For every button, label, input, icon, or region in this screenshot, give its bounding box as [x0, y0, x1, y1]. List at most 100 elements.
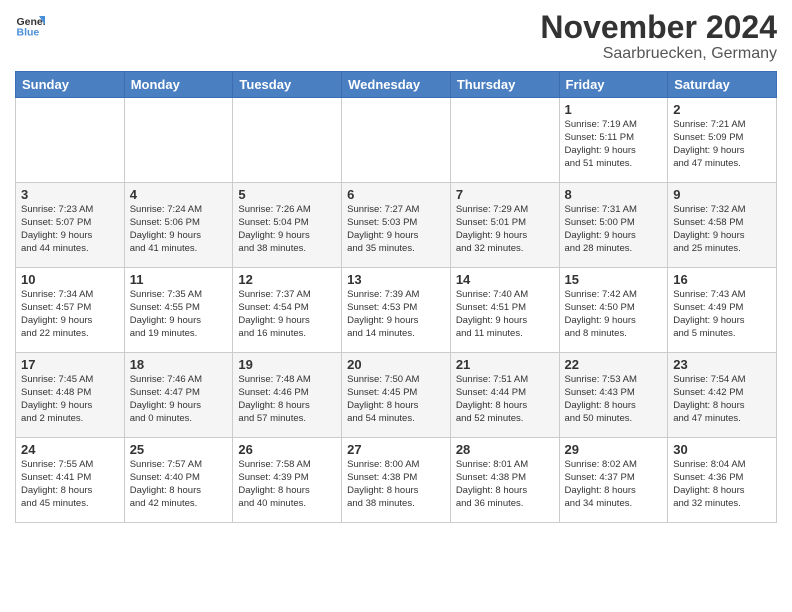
day-number: 20	[347, 357, 445, 372]
svg-text:Blue: Blue	[17, 27, 40, 39]
day-number: 4	[130, 187, 228, 202]
page-container: General Blue November 2024 Saarbruecken,…	[0, 0, 792, 533]
day-info: Sunrise: 8:00 AM Sunset: 4:38 PM Dayligh…	[347, 459, 445, 510]
day-number: 5	[238, 187, 336, 202]
calendar-cell: 8 Sunrise: 7:31 AM Sunset: 5:00 PM Daylig…	[559, 183, 668, 268]
calendar-cell: 15 Sunrise: 7:42 AM Sunset: 4:50 PM Dayli…	[559, 268, 668, 353]
day-number: 30	[673, 442, 771, 457]
logo-icon: General Blue	[15, 10, 45, 40]
day-number: 22	[565, 357, 663, 372]
calendar-week-1: 3 Sunrise: 7:23 AM Sunset: 5:07 PM Daylig…	[16, 183, 777, 268]
calendar-week-0: 1 Sunrise: 7:19 AM Sunset: 5:11 PM Daylig…	[16, 98, 777, 183]
calendar-cell: 1 Sunrise: 7:19 AM Sunset: 5:11 PM Daylig…	[559, 98, 668, 183]
weekday-header-row: SundayMondayTuesdayWednesdayThursdayFrid…	[16, 72, 777, 98]
month-title: November 2024	[540, 10, 777, 45]
day-info: Sunrise: 7:29 AM Sunset: 5:01 PM Dayligh…	[456, 204, 554, 255]
day-info: Sunrise: 7:21 AM Sunset: 5:09 PM Dayligh…	[673, 119, 771, 170]
day-info: Sunrise: 7:34 AM Sunset: 4:57 PM Dayligh…	[21, 289, 119, 340]
day-info: Sunrise: 7:55 AM Sunset: 4:41 PM Dayligh…	[21, 459, 119, 510]
day-info: Sunrise: 8:01 AM Sunset: 4:38 PM Dayligh…	[456, 459, 554, 510]
day-number: 12	[238, 272, 336, 287]
header: General Blue November 2024 Saarbruecken,…	[15, 10, 777, 63]
day-number: 13	[347, 272, 445, 287]
day-info: Sunrise: 7:24 AM Sunset: 5:06 PM Dayligh…	[130, 204, 228, 255]
day-number: 8	[565, 187, 663, 202]
calendar-cell	[16, 98, 125, 183]
day-number: 26	[238, 442, 336, 457]
calendar-cell: 30 Sunrise: 8:04 AM Sunset: 4:36 PM Dayli…	[668, 438, 777, 523]
day-info: Sunrise: 7:27 AM Sunset: 5:03 PM Dayligh…	[347, 204, 445, 255]
day-number: 3	[21, 187, 119, 202]
calendar-week-3: 17 Sunrise: 7:45 AM Sunset: 4:48 PM Dayli…	[16, 353, 777, 438]
calendar-cell: 23Sunrise: 7:54 AM Sunset: 4:42 PM Dayli…	[668, 353, 777, 438]
calendar-cell: 7 Sunrise: 7:29 AM Sunset: 5:01 PM Daylig…	[450, 183, 559, 268]
day-info: Sunrise: 7:46 AM Sunset: 4:47 PM Dayligh…	[130, 374, 228, 425]
day-number: 19	[238, 357, 336, 372]
day-info: Sunrise: 7:35 AM Sunset: 4:55 PM Dayligh…	[130, 289, 228, 340]
calendar-cell	[342, 98, 451, 183]
day-number: 14	[456, 272, 554, 287]
day-number: 2	[673, 102, 771, 117]
day-number: 6	[347, 187, 445, 202]
day-info: Sunrise: 7:48 AM Sunset: 4:46 PM Dayligh…	[238, 374, 336, 425]
calendar-table: SundayMondayTuesdayWednesdayThursdayFrid…	[15, 71, 777, 523]
calendar-cell: 10 Sunrise: 7:34 AM Sunset: 4:57 PM Dayli…	[16, 268, 125, 353]
calendar-cell: 28 Sunrise: 8:01 AM Sunset: 4:38 PM Dayli…	[450, 438, 559, 523]
calendar-cell: 3 Sunrise: 7:23 AM Sunset: 5:07 PM Daylig…	[16, 183, 125, 268]
day-info: Sunrise: 7:42 AM Sunset: 4:50 PM Dayligh…	[565, 289, 663, 340]
day-info: Sunrise: 7:23 AM Sunset: 5:07 PM Dayligh…	[21, 204, 119, 255]
calendar-cell: 14 Sunrise: 7:40 AM Sunset: 4:51 PM Dayli…	[450, 268, 559, 353]
calendar-cell: 27Sunrise: 8:00 AM Sunset: 4:38 PM Dayli…	[342, 438, 451, 523]
calendar-cell: 5 Sunrise: 7:26 AM Sunset: 5:04 PM Daylig…	[233, 183, 342, 268]
calendar-cell: 4 Sunrise: 7:24 AM Sunset: 5:06 PM Daylig…	[124, 183, 233, 268]
day-info: Sunrise: 7:53 AM Sunset: 4:43 PM Dayligh…	[565, 374, 663, 425]
calendar-cell	[233, 98, 342, 183]
calendar-cell: 9Sunrise: 7:32 AM Sunset: 4:58 PM Daylig…	[668, 183, 777, 268]
day-info: Sunrise: 7:19 AM Sunset: 5:11 PM Dayligh…	[565, 119, 663, 170]
calendar-week-4: 24 Sunrise: 7:55 AM Sunset: 4:41 PM Dayli…	[16, 438, 777, 523]
weekday-header-saturday: Saturday	[668, 72, 777, 98]
weekday-header-thursday: Thursday	[450, 72, 559, 98]
day-number: 24	[21, 442, 119, 457]
day-info: Sunrise: 7:39 AM Sunset: 4:53 PM Dayligh…	[347, 289, 445, 340]
day-info: Sunrise: 8:04 AM Sunset: 4:36 PM Dayligh…	[673, 459, 771, 510]
day-number: 18	[130, 357, 228, 372]
day-number: 9	[673, 187, 771, 202]
day-number: 28	[456, 442, 554, 457]
calendar-cell: 24 Sunrise: 7:55 AM Sunset: 4:41 PM Dayli…	[16, 438, 125, 523]
day-info: Sunrise: 7:45 AM Sunset: 4:48 PM Dayligh…	[21, 374, 119, 425]
day-info: Sunrise: 7:58 AM Sunset: 4:39 PM Dayligh…	[238, 459, 336, 510]
weekday-header-tuesday: Tuesday	[233, 72, 342, 98]
calendar-cell: 16 Sunrise: 7:43 AM Sunset: 4:49 PM Dayli…	[668, 268, 777, 353]
day-number: 17	[21, 357, 119, 372]
weekday-header-wednesday: Wednesday	[342, 72, 451, 98]
calendar-body: 1 Sunrise: 7:19 AM Sunset: 5:11 PM Daylig…	[16, 98, 777, 523]
calendar-cell: 26 Sunrise: 7:58 AM Sunset: 4:39 PM Dayli…	[233, 438, 342, 523]
day-info: Sunrise: 7:37 AM Sunset: 4:54 PM Dayligh…	[238, 289, 336, 340]
calendar-cell: 17 Sunrise: 7:45 AM Sunset: 4:48 PM Dayli…	[16, 353, 125, 438]
day-info: Sunrise: 7:31 AM Sunset: 5:00 PM Dayligh…	[565, 204, 663, 255]
day-number: 29	[565, 442, 663, 457]
day-number: 10	[21, 272, 119, 287]
day-info: Sunrise: 7:54 AM Sunset: 4:42 PM Dayligh…	[673, 374, 771, 425]
day-info: Sunrise: 7:43 AM Sunset: 4:49 PM Dayligh…	[673, 289, 771, 340]
day-number: 16	[673, 272, 771, 287]
calendar-cell	[450, 98, 559, 183]
day-number: 7	[456, 187, 554, 202]
day-info: Sunrise: 7:26 AM Sunset: 5:04 PM Dayligh…	[238, 204, 336, 255]
calendar-cell: 13 Sunrise: 7:39 AM Sunset: 4:53 PM Dayli…	[342, 268, 451, 353]
calendar-week-2: 10 Sunrise: 7:34 AM Sunset: 4:57 PM Dayli…	[16, 268, 777, 353]
weekday-header-monday: Monday	[124, 72, 233, 98]
day-info: Sunrise: 7:51 AM Sunset: 4:44 PM Dayligh…	[456, 374, 554, 425]
day-info: Sunrise: 8:02 AM Sunset: 4:37 PM Dayligh…	[565, 459, 663, 510]
calendar-header: SundayMondayTuesdayWednesdayThursdayFrid…	[16, 72, 777, 98]
logo: General Blue	[15, 10, 45, 40]
day-number: 1	[565, 102, 663, 117]
calendar-cell: 25Sunrise: 7:57 AM Sunset: 4:40 PM Dayli…	[124, 438, 233, 523]
day-info: Sunrise: 7:40 AM Sunset: 4:51 PM Dayligh…	[456, 289, 554, 340]
calendar-cell: 20Sunrise: 7:50 AM Sunset: 4:45 PM Dayli…	[342, 353, 451, 438]
day-number: 11	[130, 272, 228, 287]
calendar-cell: 2 Sunrise: 7:21 AM Sunset: 5:09 PM Daylig…	[668, 98, 777, 183]
day-number: 15	[565, 272, 663, 287]
subtitle: Saarbruecken, Germany	[540, 45, 777, 63]
